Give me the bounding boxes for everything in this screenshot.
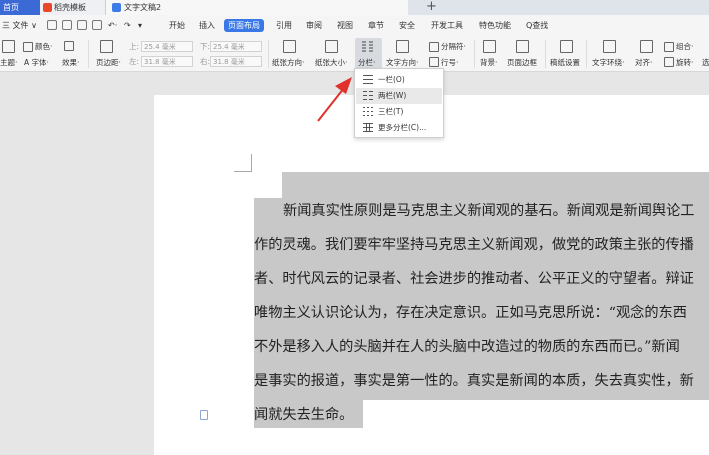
annotation-arrow-icon	[317, 77, 352, 122]
